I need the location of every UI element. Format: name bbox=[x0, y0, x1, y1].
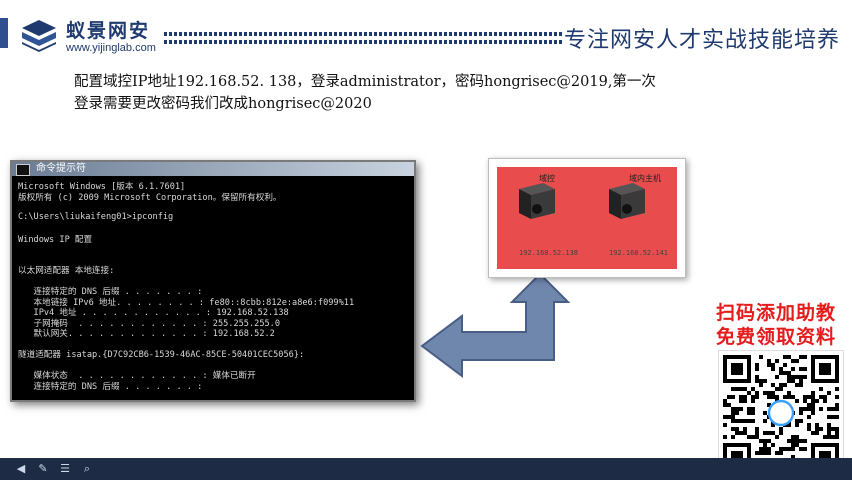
cmd-line: C:\Users\liukaifeng01>ipconfig bbox=[18, 211, 174, 222]
cmd-line: 连接特定的 DNS 后缀 . . . . . . . : bbox=[18, 381, 203, 392]
cmd-icon bbox=[16, 164, 30, 176]
pen-icon[interactable]: ✎ bbox=[36, 462, 50, 476]
server-icon bbox=[609, 183, 645, 219]
server-ip: 192.168.52.138 bbox=[519, 249, 579, 257]
promo-line-2: 免费领取资料 bbox=[716, 326, 837, 348]
description-line-2: 登录需要更改密码我们改成hongrisec@2020 bbox=[74, 96, 372, 112]
cmd-line: Windows IP 配置 bbox=[18, 234, 93, 245]
cmd-title-bar: 命令提示符 bbox=[12, 162, 414, 176]
network-diagram-background: 域控 192.168.52.138 域内主机 192.168.52.141 bbox=[497, 167, 677, 269]
slogan: 专注网安人才实战技能培养 bbox=[564, 28, 841, 53]
logo: 蚁景网安 www.yijinglab.com bbox=[20, 10, 180, 60]
logo-mark-icon bbox=[22, 20, 56, 52]
logo-name: 蚁景网安 bbox=[66, 20, 151, 42]
flow-arrow-icon bbox=[420, 272, 571, 378]
cmd-title: 命令提示符 bbox=[36, 163, 86, 174]
cmd-line: 以太网适配器 本地连接: bbox=[18, 266, 115, 276]
cmd-line: 版权所有 (c) 2009 Microsoft Corporation。保留所有… bbox=[18, 192, 282, 203]
promo-line-1: 扫码添加助教 bbox=[716, 302, 837, 324]
description-line-1: 配置域控IP地址192.168.52. 138，登录administrator，… bbox=[74, 74, 656, 90]
prev-icon[interactable]: ◀ bbox=[14, 462, 28, 476]
server-icon bbox=[519, 183, 555, 219]
zoom-icon[interactable]: ⌕ bbox=[80, 462, 94, 476]
cmd-line: 默认网关. . . . . . . . . . . . . : 192.168.… bbox=[18, 329, 275, 339]
left-accent-strip bbox=[0, 18, 8, 48]
server-label: 域内主机 bbox=[629, 174, 661, 183]
logo-url: www.yijinglab.com bbox=[66, 42, 156, 54]
server-ip: 192.168.52.141 bbox=[609, 249, 669, 257]
header-stripe bbox=[164, 40, 564, 44]
cmd-window: 命令提示符 Microsoft Windows [版本 6.1.7601] 版权所… bbox=[10, 160, 416, 402]
server-label: 域控 bbox=[539, 174, 555, 183]
list-icon[interactable]: ☰ bbox=[58, 462, 72, 476]
cmd-line: 隧道适配器 isatap.{D7C92CB6-1539-46AC-85CE-50… bbox=[18, 350, 305, 360]
header-stripe bbox=[164, 32, 564, 36]
presentation-toolbar: ◀ ✎ ☰ ⌕ bbox=[0, 458, 852, 480]
network-diagram: 域控 192.168.52.138 域内主机 192.168.52.141 bbox=[488, 158, 686, 278]
